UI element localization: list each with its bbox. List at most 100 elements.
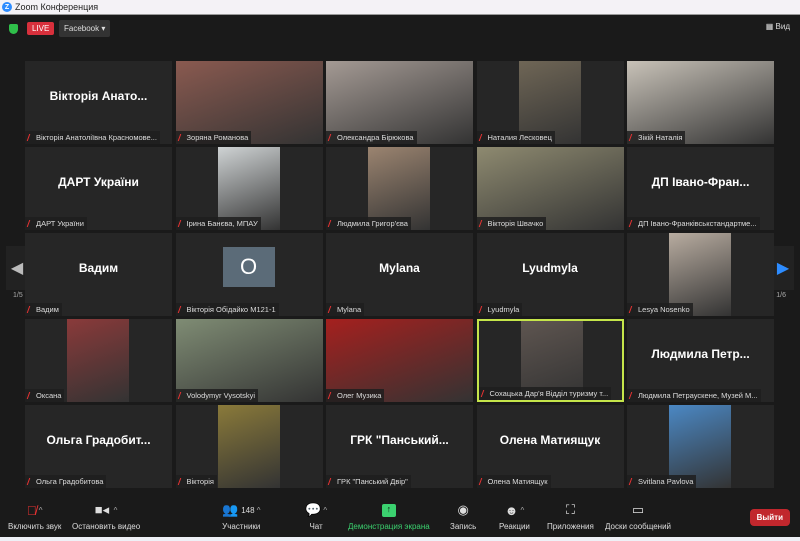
participant-tile[interactable]: Вікторія Швачко bbox=[476, 147, 624, 230]
participant-tile[interactable]: Lyudmyla Lyudmyla bbox=[476, 233, 624, 316]
participant-name: Вікторія bbox=[186, 477, 214, 486]
participant-tile[interactable]: Зікій Наталія bbox=[627, 61, 774, 144]
stream-target-dropdown[interactable]: Facebook ▾ bbox=[59, 20, 111, 37]
security-shield-icon[interactable] bbox=[9, 24, 18, 34]
meeting-topbar: LIVE Facebook ▾ ▦ Вид bbox=[0, 16, 800, 42]
participant-tile[interactable]: Вікторія bbox=[175, 405, 323, 488]
meeting-toolbar: 🎙̸ ^ Включить звук ■◂ ^ Остановить видео 👥… bbox=[0, 497, 800, 537]
participant-name-label: Svitlana Pavlova bbox=[627, 475, 697, 488]
muted-mic-icon bbox=[327, 220, 336, 227]
next-page-button[interactable]: ▶ bbox=[772, 246, 794, 290]
participant-tile[interactable]: Олег Музика bbox=[326, 319, 473, 402]
participant-name-label: Людмила Григор'єва bbox=[326, 217, 411, 230]
participant-name: Олександра Бірюкова bbox=[337, 133, 414, 142]
participant-name: Зоряна Романова bbox=[186, 133, 249, 142]
participant-name: Svitlana Pavlova bbox=[638, 477, 694, 486]
participant-tile[interactable]: Сохацька Дар'я Відділ туризму т... bbox=[476, 319, 624, 402]
participant-display-name: Олена Матиящук bbox=[499, 432, 601, 447]
participant-name: Олег Музика bbox=[337, 391, 382, 400]
participants-count: 148 bbox=[241, 505, 255, 515]
participant-tile[interactable]: Зоряна Романова bbox=[175, 61, 323, 144]
participant-tile[interactable]: Оксана bbox=[25, 319, 172, 402]
participant-name-label: Lesya Nosenko bbox=[627, 303, 693, 316]
page-indicator-left: 1/5 bbox=[13, 292, 23, 299]
participant-video bbox=[67, 319, 129, 402]
zoom-logo-icon: Z bbox=[2, 2, 12, 12]
muted-mic-icon bbox=[628, 478, 637, 485]
arrow-right-icon: ▶ bbox=[776, 260, 790, 277]
participant-name: Lesya Nosenko bbox=[638, 305, 690, 314]
participant-name-label: Вікторія Швачко bbox=[476, 217, 547, 230]
participant-name: Зікій Наталія bbox=[638, 133, 683, 142]
participant-tile[interactable]: Volodymyr Vysotskyi bbox=[175, 319, 323, 402]
muted-mic-icon bbox=[478, 134, 486, 141]
share-screen-label: Демонстрация экрана bbox=[348, 522, 430, 531]
participant-tile[interactable]: O Вікторія Обідайко М121-1 bbox=[175, 233, 323, 316]
participant-display-name: Вікторія Анато... bbox=[49, 88, 148, 103]
muted-mic-icon bbox=[628, 220, 637, 227]
participant-tile[interactable]: Вадим Вадим bbox=[25, 233, 172, 316]
participant-display-name: Вадим bbox=[78, 260, 119, 275]
participant-name-label: Lyudmyla bbox=[476, 303, 523, 316]
participant-name: Сохацька Дар'я Відділ туризму т... bbox=[489, 389, 609, 398]
muted-mic-icon bbox=[26, 478, 35, 485]
stop-video-button[interactable]: ■◂ ^ Остановить видео bbox=[72, 501, 140, 531]
muted-mic-icon bbox=[177, 220, 185, 227]
participant-tile[interactable]: ДП Івано-Фран... ДП Івано-Франківськстанд… bbox=[627, 147, 774, 230]
participant-name-label: ГРК "Панський Двір" bbox=[326, 475, 411, 488]
video-camera-icon: ■◂ ^ bbox=[94, 502, 118, 517]
participant-tile[interactable]: ДАРТ України ДАРТ України bbox=[25, 147, 172, 230]
participant-name-label: ДП Івано-Франківськстандартме... bbox=[627, 217, 760, 230]
unmute-button[interactable]: 🎙̸ ^ Включить звук bbox=[8, 501, 61, 532]
muted-mic-icon bbox=[478, 306, 486, 313]
participant-name: Вікторія Обідайко М121-1 bbox=[186, 305, 276, 314]
share-screen-button[interactable]: ↑ Демонстрация экрана bbox=[348, 501, 430, 531]
participant-tile[interactable]: Svitlana Pavlova bbox=[627, 405, 774, 488]
muted-mic-icon bbox=[327, 134, 336, 141]
participant-name-label: Ірина Банєва, МПАУ bbox=[175, 217, 261, 230]
participant-tile[interactable]: Ірина Банєва, МПАУ bbox=[175, 147, 323, 230]
participant-name: Mylana bbox=[337, 305, 362, 314]
participant-display-name: ДАРТ України bbox=[58, 174, 139, 189]
participant-tile[interactable]: Наталия Лесковец bbox=[476, 61, 624, 144]
participant-name-label: Сохацька Дар'я Відділ туризму т... bbox=[478, 387, 612, 400]
participant-name: Lyudmyla bbox=[487, 305, 520, 314]
participant-tile[interactable]: Людмила Григор'єва bbox=[326, 147, 473, 230]
participant-name: Вадим bbox=[36, 305, 59, 314]
participant-tile[interactable]: Вікторія Анато... Вікторія Анатоліївна Кр… bbox=[25, 61, 172, 144]
participant-display-name: ГРК "Панський... bbox=[350, 432, 449, 447]
chat-label: Чат bbox=[309, 522, 323, 531]
apps-button[interactable]: ⛶ Приложения bbox=[547, 501, 594, 531]
chat-button[interactable]: 💬 ^ Чат bbox=[305, 501, 327, 531]
participant-tile[interactable]: Ольга Градобит... Ольга Градобитова bbox=[25, 405, 172, 488]
whiteboards-label: Доски сообщений bbox=[605, 522, 672, 531]
grid-icon: ▦ bbox=[765, 22, 774, 31]
view-button[interactable]: ▦ Вид bbox=[766, 22, 790, 31]
record-label: Запись bbox=[450, 522, 477, 531]
apps-label: Приложения bbox=[547, 522, 594, 531]
record-button[interactable]: ◉ Запись bbox=[450, 501, 476, 531]
participant-tile[interactable]: ГРК "Панський... ГРК "Панський Двір" bbox=[326, 405, 473, 488]
apps-icon: ⛶ bbox=[565, 502, 575, 517]
participant-tile[interactable]: Олександра Бірюкова bbox=[326, 61, 473, 144]
participants-button[interactable]: 👥 148 ^ Участники bbox=[222, 501, 261, 531]
muted-mic-icon bbox=[26, 134, 35, 141]
arrow-left-icon: ◀ bbox=[10, 260, 24, 277]
participant-tile[interactable]: Lesya Nosenko bbox=[627, 233, 774, 316]
participant-tile[interactable]: Олена Матиящук Олена Матиящук bbox=[476, 405, 624, 488]
participant-name-label: Олег Музика bbox=[326, 389, 385, 402]
participant-tile[interactable]: Mylana Mylana bbox=[326, 233, 473, 316]
participant-name: Оксана bbox=[36, 391, 62, 400]
share-screen-icon: ↑ bbox=[381, 501, 396, 519]
leave-button[interactable]: Выйти bbox=[749, 509, 790, 526]
video-gallery: Вікторія Анато... Вікторія Анатоліївна Кр… bbox=[25, 61, 774, 488]
whiteboards-button[interactable]: ▭ Доски сообщений bbox=[605, 501, 671, 531]
participant-name: Ірина Банєва, МПАУ bbox=[186, 219, 258, 228]
participant-display-name: Ольга Градобит... bbox=[46, 432, 151, 447]
participant-name-label: Олександра Бірюкова bbox=[326, 131, 417, 144]
reactions-button[interactable]: ☻ ^ Реакции bbox=[499, 501, 530, 532]
live-badge[interactable]: LIVE bbox=[27, 22, 55, 35]
participant-tile[interactable]: Людмила Петр... Людмила Петраускене, Музе… bbox=[627, 319, 774, 402]
muted-mic-icon bbox=[177, 134, 185, 141]
muted-mic-icon bbox=[177, 306, 185, 313]
